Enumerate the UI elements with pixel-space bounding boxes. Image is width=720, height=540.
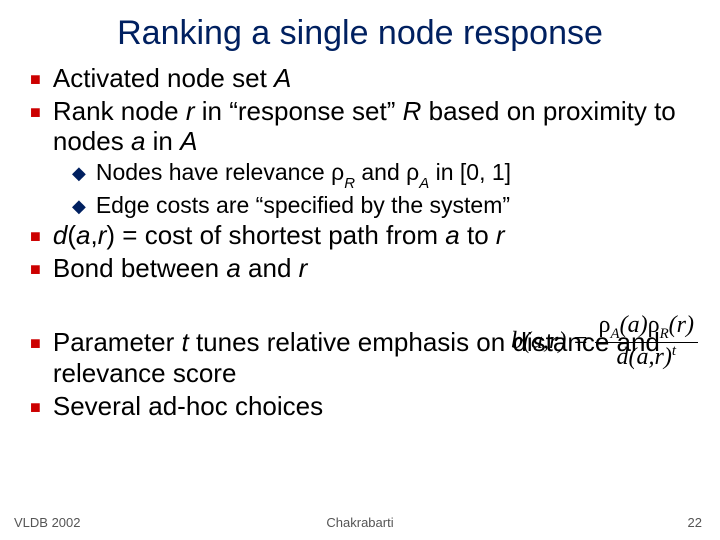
- sub-R: R: [344, 175, 355, 192]
- bullet-bond: ■ Bond between a and r: [30, 253, 700, 284]
- bullet-rank-node: ■ Rank node r in “response set” R based …: [30, 96, 700, 157]
- var-r: r: [299, 253, 308, 283]
- footer-left: VLDB 2002: [14, 515, 81, 530]
- text: Parameter: [53, 327, 182, 357]
- square-bullet-icon: ■: [30, 397, 41, 418]
- square-bullet-icon: ■: [30, 69, 41, 90]
- sub-A: A: [419, 175, 429, 192]
- text: in: [145, 126, 180, 156]
- text: ,: [90, 220, 97, 250]
- slide-number: 22: [688, 515, 702, 530]
- var-R: R: [403, 96, 422, 126]
- arg: (a): [620, 312, 648, 338]
- text: in “response set”: [195, 96, 403, 126]
- sup-t: t: [672, 343, 676, 359]
- diamond-bullet-icon: ◆: [72, 163, 86, 185]
- var-a: a: [226, 253, 240, 283]
- formula-lhs: b(a,r) =: [511, 328, 589, 355]
- subbullet-edge-costs: ◆ Edge costs are “specified by the syste…: [72, 192, 700, 220]
- var-a: a: [76, 220, 90, 250]
- var-a: a: [131, 126, 145, 156]
- denom-d: d(a,r): [617, 344, 672, 370]
- text: and: [355, 159, 406, 185]
- sub-A: A: [611, 326, 620, 342]
- bullet-adhoc: ■ Several ad-hoc choices: [30, 391, 700, 422]
- fraction: ρA(a)ρR(r) d(a,r)t: [595, 312, 698, 371]
- var-t: t: [181, 327, 188, 357]
- slide-title: Ranking a single node response: [0, 0, 720, 63]
- text: Edge costs are “specified by the system”: [96, 192, 510, 220]
- var-r: r: [186, 96, 195, 126]
- text: Rank node: [53, 96, 186, 126]
- var-d: d: [53, 220, 67, 250]
- rho: ρ: [648, 312, 660, 338]
- text: ): [106, 220, 115, 250]
- bullet-activated-set: ■ Activated node set A: [30, 63, 700, 94]
- var-r: r: [496, 220, 505, 250]
- square-bullet-icon: ■: [30, 226, 41, 247]
- rho: ρ: [331, 159, 344, 185]
- text: in [0, 1]: [429, 159, 511, 185]
- var-A: A: [274, 63, 291, 93]
- square-bullet-icon: ■: [30, 333, 41, 354]
- square-bullet-icon: ■: [30, 102, 41, 123]
- var-a: a: [445, 220, 459, 250]
- var-A: A: [180, 126, 197, 156]
- text: Several ad-hoc choices: [53, 391, 323, 422]
- text: and: [241, 253, 299, 283]
- rho: ρ: [599, 312, 611, 338]
- text: Bond between: [53, 253, 226, 283]
- text: (: [67, 220, 76, 250]
- square-bullet-icon: ■: [30, 259, 41, 280]
- arg: (r): [669, 312, 694, 338]
- footer-center: Chakrabarti: [0, 515, 720, 530]
- text: Activated node set: [53, 63, 274, 93]
- diamond-bullet-icon: ◆: [72, 196, 86, 218]
- bond-formula: b(a,r) = ρA(a)ρR(r) d(a,r)t: [462, 312, 698, 371]
- bullet-shortest-path: ■ d(a,r) = cost of shortest path from a …: [30, 220, 700, 251]
- text: Nodes have relevance: [96, 159, 331, 185]
- sub-R: R: [660, 326, 669, 342]
- rho: ρ: [406, 159, 419, 185]
- slide-footer: VLDB 2002 Chakrabarti 22: [0, 515, 720, 530]
- subbullet-relevance: ◆ Nodes have relevance ρR and ρA in [0, …: [72, 159, 700, 191]
- text: to: [460, 220, 496, 250]
- text: = cost of shortest path from: [115, 220, 445, 250]
